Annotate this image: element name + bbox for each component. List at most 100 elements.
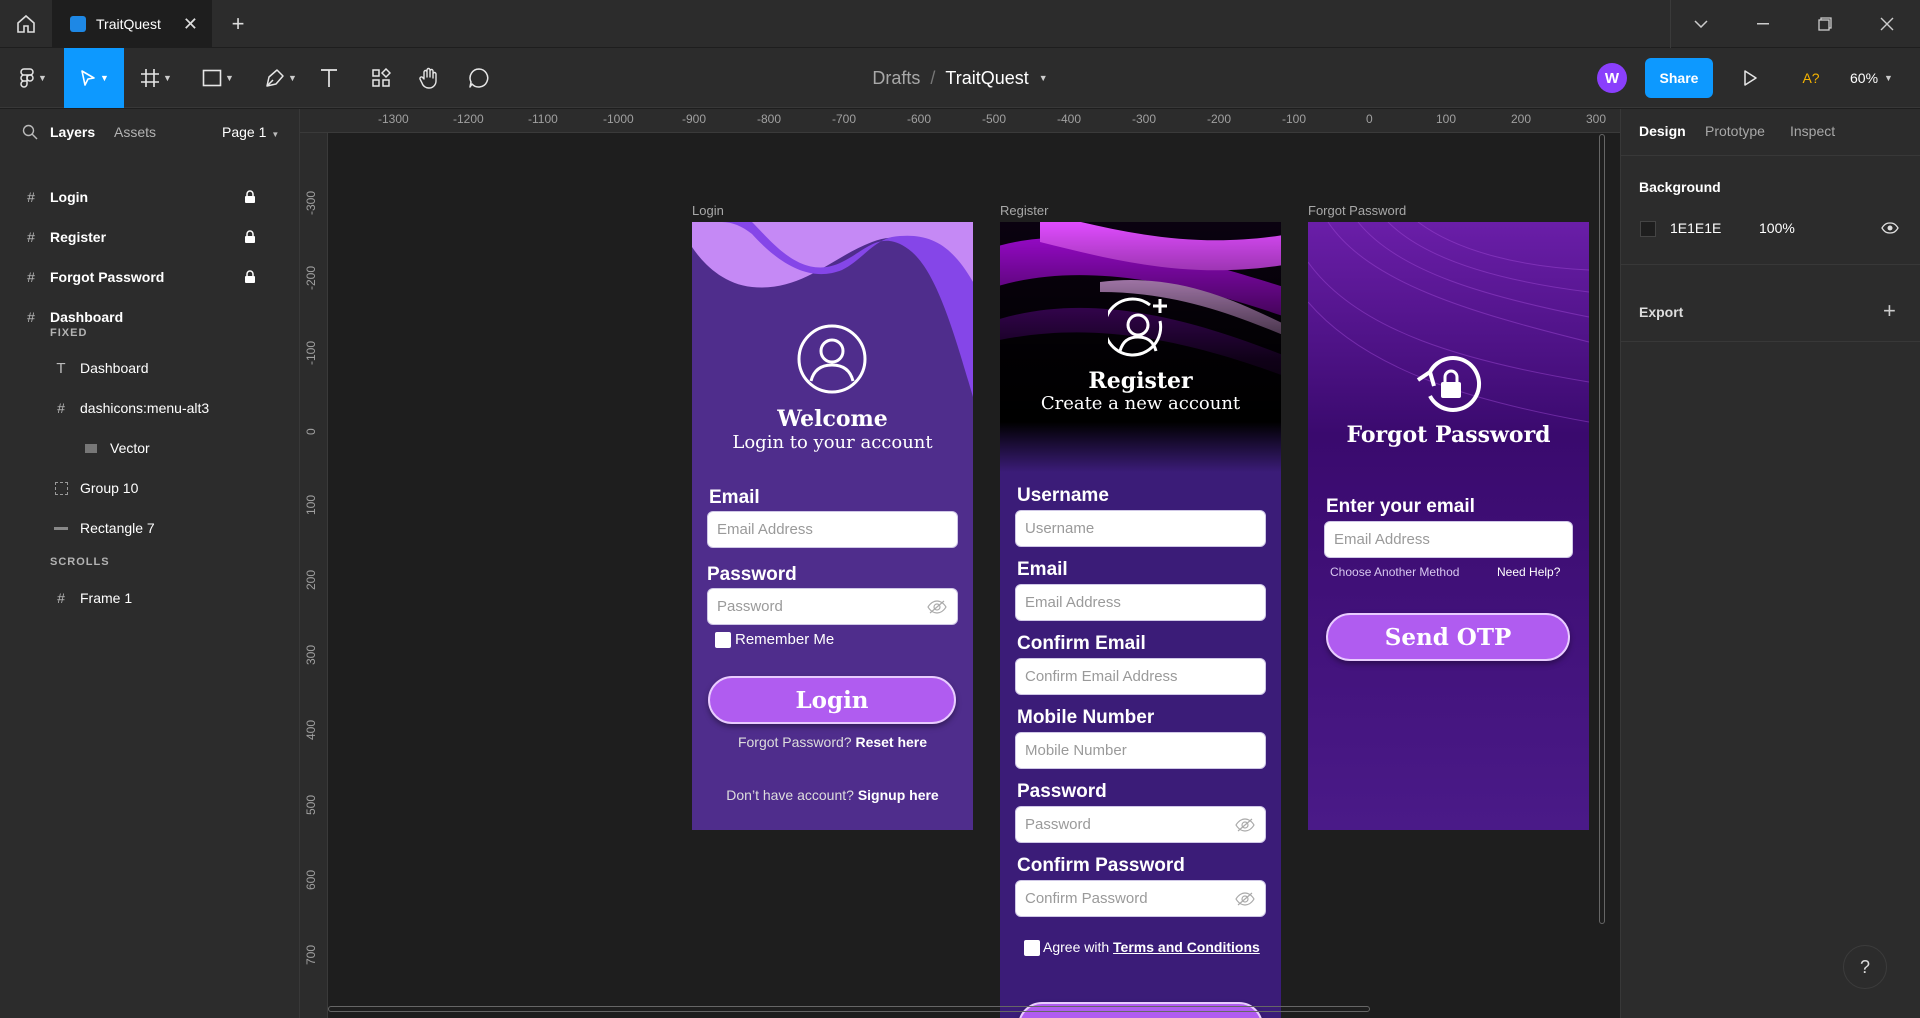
tab-design[interactable]: Design	[1639, 123, 1686, 139]
eye-off-icon[interactable]	[1235, 892, 1255, 906]
register-username-input[interactable]: Username	[1015, 510, 1266, 547]
register-email-input[interactable]: Email Address	[1015, 584, 1266, 621]
canvas[interactable]: Login Welcome Login to your account Emai…	[328, 133, 1620, 1018]
tab-list-button[interactable]	[1670, 0, 1732, 48]
comment-tool[interactable]	[464, 48, 494, 108]
move-tool[interactable]: ▼	[64, 48, 124, 108]
file-tab[interactable]: TraitQuest ✕	[52, 0, 212, 48]
background-hex-value[interactable]: 1E1E1E	[1670, 220, 1721, 236]
terms-link[interactable]: Terms and Conditions	[1113, 939, 1260, 955]
layer-forgot-password[interactable]: # Forgot Password	[0, 257, 300, 297]
ruler-tick: -1000	[603, 112, 634, 126]
zoom-menu[interactable]: 60% ▼	[1850, 63, 1910, 93]
shape-tool[interactable]: ▼	[194, 48, 242, 108]
frame-icon: #	[57, 590, 65, 606]
share-button[interactable]: Share	[1645, 58, 1713, 98]
missing-fonts-button[interactable]: A?	[1793, 63, 1829, 93]
horizontal-scrollbar[interactable]	[328, 1006, 1370, 1012]
agree-terms-checkbox[interactable]	[1024, 940, 1040, 956]
play-icon	[1744, 70, 1757, 86]
tab-assets[interactable]: Assets	[114, 124, 156, 140]
login-email-input[interactable]: Email Address	[707, 511, 958, 548]
login-frame[interactable]: Welcome Login to your account Email Emai…	[692, 222, 973, 830]
chevron-down-icon[interactable]: ▼	[1039, 73, 1048, 83]
register-password-input[interactable]: Password	[1015, 806, 1266, 843]
rectangle-icon	[52, 519, 70, 537]
frame-label-forgot-password[interactable]: Forgot Password	[1308, 203, 1406, 218]
background-opacity-value[interactable]: 100%	[1759, 220, 1795, 236]
layer-dashboard-text[interactable]: T Dashboard	[0, 348, 300, 388]
page-selector[interactable]: Page 1 ▼	[222, 124, 279, 140]
close-tab-icon[interactable]: ✕	[183, 14, 198, 35]
layer-login[interactable]: # Login	[0, 177, 300, 217]
pen-tool[interactable]: ▼	[256, 48, 306, 108]
layer-vector[interactable]: Vector	[0, 428, 300, 468]
login-button[interactable]: Login	[708, 676, 956, 724]
lock-icon[interactable]	[244, 230, 256, 244]
file-name[interactable]: TraitQuest	[945, 68, 1028, 89]
resources-tool[interactable]	[366, 48, 396, 108]
tab-layers[interactable]: Layers	[50, 124, 95, 140]
ruler-tick: 500	[304, 794, 318, 815]
register-confirm-email-input[interactable]: Confirm Email Address	[1015, 658, 1266, 695]
frame-tool[interactable]: ▼	[132, 48, 180, 108]
register-confirm-password-input[interactable]: Confirm Password	[1015, 880, 1266, 917]
frame-icon: #	[27, 309, 35, 325]
main-menu-button[interactable]: ▼	[10, 48, 56, 108]
frame-label-register[interactable]: Register	[1000, 203, 1048, 218]
layer-register[interactable]: # Register	[0, 217, 300, 257]
lock-icon[interactable]	[244, 270, 256, 284]
breadcrumb-drafts[interactable]: Drafts	[872, 68, 920, 89]
restore-button[interactable]	[1794, 0, 1856, 48]
hand-tool[interactable]	[414, 48, 444, 108]
register-frame[interactable]: Register Create a new account Username U…	[1000, 222, 1281, 1018]
avatar[interactable]: W	[1597, 63, 1627, 93]
file-tab-title: TraitQuest	[96, 16, 161, 32]
search-icon[interactable]	[22, 124, 38, 140]
send-otp-button[interactable]: Send OTP	[1326, 613, 1570, 661]
background-section-title: Background	[1639, 179, 1721, 195]
register-mobile-input[interactable]: Mobile Number	[1015, 732, 1266, 769]
choose-another-method-link[interactable]: Choose Another Method	[1330, 565, 1459, 579]
eye-off-icon[interactable]	[1235, 818, 1255, 832]
close-window-button[interactable]	[1856, 0, 1918, 48]
fixed-section-label: FIXED	[50, 327, 88, 339]
group-icon	[52, 479, 70, 497]
layer-label: dashicons:menu-alt3	[80, 400, 210, 416]
frame-label-login[interactable]: Login	[692, 203, 724, 218]
login-password-input[interactable]: Password	[707, 588, 958, 625]
signup-here-link[interactable]: Signup here	[858, 787, 939, 803]
minimize-button[interactable]	[1732, 0, 1794, 48]
tab-inspect[interactable]: Inspect	[1790, 123, 1835, 139]
lock-icon[interactable]	[244, 190, 256, 204]
forgot-email-label: Enter your email	[1326, 496, 1475, 517]
eye-icon[interactable]	[1881, 222, 1899, 234]
add-export-button[interactable]: +	[1883, 298, 1896, 324]
panel-divider	[1621, 155, 1920, 156]
reset-here-link[interactable]: Reset here	[855, 734, 927, 750]
help-button[interactable]: ?	[1843, 945, 1887, 989]
vertical-scrollbar[interactable]	[1599, 134, 1605, 924]
tab-prototype[interactable]: Prototype	[1705, 123, 1765, 139]
home-button[interactable]	[0, 0, 52, 48]
new-tab-button[interactable]: +	[224, 10, 252, 38]
layer-rectangle-7[interactable]: Rectangle 7	[0, 508, 300, 548]
present-button[interactable]	[1735, 63, 1765, 93]
input-placeholder: Password	[717, 598, 783, 615]
layer-menu-alt3[interactable]: # dashicons:menu-alt3	[0, 388, 300, 428]
ruler-tick: 100	[304, 494, 318, 515]
background-color-swatch[interactable]	[1640, 221, 1656, 237]
need-help-link[interactable]: Need Help?	[1497, 565, 1560, 579]
forgot-password-frame[interactable]: Forgot Password Enter your email Email A…	[1308, 222, 1589, 830]
layer-group-10[interactable]: Group 10	[0, 468, 300, 508]
layer-label: Forgot Password	[50, 269, 165, 285]
rectangle-icon	[202, 69, 222, 87]
ruler-tick: -1100	[528, 112, 558, 126]
login-password-label: Password	[707, 564, 797, 585]
layer-frame-1[interactable]: # Frame 1	[0, 578, 300, 618]
eye-off-icon[interactable]	[927, 600, 947, 614]
layer-dashboard[interactable]: # Dashboard	[0, 297, 300, 337]
remember-me-checkbox[interactable]	[715, 632, 731, 648]
forgot-email-input[interactable]: Email Address	[1324, 521, 1573, 558]
text-tool[interactable]	[314, 48, 344, 108]
